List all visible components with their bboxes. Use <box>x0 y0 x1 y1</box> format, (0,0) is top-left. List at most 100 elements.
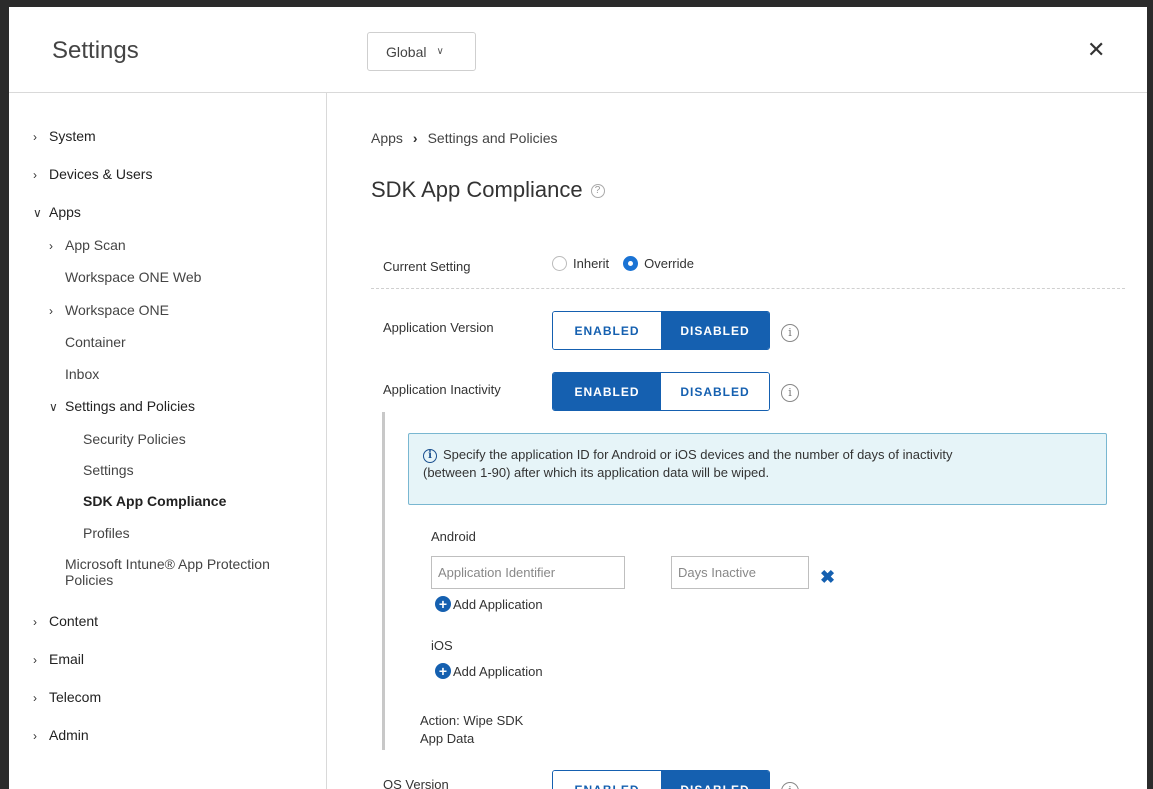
info-notice: i Specify the application ID for Android … <box>408 433 1107 505</box>
sidebar-item-label: Profiles <box>83 525 130 541</box>
info-icon[interactable]: i <box>781 324 799 342</box>
sidebar-item-inbox[interactable]: Inbox <box>65 365 99 383</box>
settings-header: Settings Global ∨ ✕ <box>9 7 1147 93</box>
sidebar-item-label: Devices & Users <box>49 166 153 182</box>
android-label: Android <box>431 529 476 544</box>
action-text: Action: Wipe SDK App Data <box>420 712 523 748</box>
page-title: SDK App Compliance? <box>371 177 605 203</box>
override-radio[interactable] <box>623 256 639 271</box>
override-radio-label: Override <box>644 256 694 271</box>
sidebar-item-app-scan[interactable]: › App Scan <box>49 236 126 255</box>
help-icon[interactable]: ? <box>590 184 605 199</box>
sidebar-item-email[interactable]: › Email <box>33 650 84 669</box>
close-icon[interactable]: ✕ <box>1087 39 1105 61</box>
sidebar-item-label-line2: Policies <box>65 572 114 588</box>
sidebar-item-label: Inbox <box>65 366 100 382</box>
chevron-right-icon: › <box>33 615 37 629</box>
sidebar-item-label: Security Policies <box>83 431 186 447</box>
add-android-application-button[interactable]: + Add Application <box>435 596 543 612</box>
os-version-label: OS Version <box>383 777 449 789</box>
sidebar-item-intune-app-protection[interactable]: Microsoft Intune® App Protection Policie… <box>65 556 270 588</box>
info-icon[interactable]: i <box>781 782 799 789</box>
sidebar-item-label: App Scan <box>65 237 126 253</box>
chevron-right-icon: › <box>412 130 418 146</box>
application-inactivity-toggle: ENABLED DISABLED <box>552 372 770 411</box>
sidebar-item-settings[interactable]: Settings <box>83 461 134 479</box>
ios-label: iOS <box>431 638 453 653</box>
os-version-enabled-button[interactable]: ENABLED <box>553 771 661 789</box>
sidebar-item-label: Telecom <box>49 689 102 705</box>
sidebar-item-admin[interactable]: › Admin <box>33 726 89 745</box>
sidebar-item-sdk-app-compliance[interactable]: SDK App Compliance <box>83 492 226 510</box>
application-version-enabled-button[interactable]: ENABLED <box>553 312 661 349</box>
sidebar-item-telecom[interactable]: › Telecom <box>33 688 101 707</box>
divider <box>371 288 1125 289</box>
chevron-right-icon: › <box>33 691 37 705</box>
application-version-disabled-button[interactable]: DISABLED <box>661 312 769 349</box>
sidebar-item-security-policies[interactable]: Security Policies <box>83 430 186 448</box>
sidebar-item-workspace-one[interactable]: › Workspace ONE <box>49 301 169 320</box>
sidebar-item-apps[interactable]: ∨ Apps <box>33 203 81 222</box>
sidebar-item-label: Admin <box>49 727 89 743</box>
application-inactivity-label: Application Inactivity <box>383 382 501 397</box>
notice-text-line2: (between 1-90) after which its applicati… <box>423 465 770 480</box>
sidebar-item-content[interactable]: › Content <box>33 612 98 631</box>
sidebar-item-label: Workspace ONE <box>65 302 169 318</box>
sidebar-item-label: System <box>49 128 96 144</box>
application-version-toggle: ENABLED DISABLED <box>552 311 770 350</box>
action-text-line2: App Data <box>420 731 475 746</box>
application-inactivity-enabled-button[interactable]: ENABLED <box>553 373 661 410</box>
current-setting-radio-group: Inherit Override <box>552 256 694 271</box>
inherit-radio-label: Inherit <box>573 256 610 271</box>
notice-text-line1: Specify the application ID for Android o… <box>443 447 953 462</box>
sidebar-item-label: Settings and Policies <box>65 398 195 414</box>
chevron-down-icon: ∨ <box>436 46 444 57</box>
info-icon[interactable]: i <box>781 384 799 402</box>
chevron-right-icon: › <box>33 653 37 667</box>
days-inactive-input[interactable]: Days Inactive <box>671 556 809 589</box>
sidebar-item-label: Microsoft Intune® App Protection <box>65 556 270 572</box>
add-ios-application-button[interactable]: + Add Application <box>435 663 543 679</box>
application-inactivity-disabled-button[interactable]: DISABLED <box>661 373 769 410</box>
chevron-right-icon: › <box>33 168 37 182</box>
chevron-right-icon: › <box>33 130 37 144</box>
settings-title: Settings <box>52 37 139 64</box>
os-version-disabled-button[interactable]: DISABLED <box>661 771 769 789</box>
plus-circle-icon: + <box>435 596 451 612</box>
add-application-label: Add Application <box>453 663 543 679</box>
sidebar-item-label: Apps <box>49 204 81 220</box>
sidebar-item-profiles[interactable]: Profiles <box>83 524 130 542</box>
sidebar-item-label: Content <box>49 613 99 629</box>
chevron-down-icon: ∨ <box>33 206 42 220</box>
inherit-radio[interactable] <box>552 256 567 271</box>
page-title-text: SDK App Compliance <box>371 177 583 202</box>
plus-circle-icon: + <box>435 663 451 679</box>
sidebar-item-label: Workspace ONE Web <box>65 269 202 285</box>
section-indent-bar <box>382 412 385 750</box>
settings-window: Settings Global ∨ ✕ › System › Devices & U… <box>9 7 1147 789</box>
breadcrumb-apps[interactable]: Apps <box>371 130 403 146</box>
chevron-right-icon: › <box>49 239 53 253</box>
sidebar-item-devices-users[interactable]: › Devices & Users <box>33 165 152 184</box>
application-identifier-input[interactable]: Application Identifier <box>431 556 625 589</box>
delete-icon[interactable]: ✖ <box>820 567 835 588</box>
breadcrumb-current: Settings and Policies <box>427 130 558 146</box>
scope-value: Global <box>386 43 427 60</box>
sidebar-item-label: Email <box>49 651 85 667</box>
scope-dropdown[interactable]: Global ∨ <box>367 32 476 71</box>
sidebar-item-system[interactable]: › System <box>33 127 96 146</box>
sidebar-item-label: SDK App Compliance <box>83 493 227 509</box>
current-setting-label: Current Setting <box>383 259 471 274</box>
action-text-line1: Action: Wipe SDK <box>420 713 524 728</box>
sidebar-item-label: Settings <box>83 462 134 478</box>
sidebar-item-workspace-one-web[interactable]: Workspace ONE Web <box>65 268 201 286</box>
breadcrumb: Apps › Settings and Policies <box>371 130 558 146</box>
info-icon: i <box>423 448 437 463</box>
sidebar-item-settings-and-policies[interactable]: ∨ Settings and Policies <box>49 397 195 416</box>
main-content: Apps › Settings and Policies SDK App Compl… <box>328 93 1147 789</box>
sidebar-item-label: Container <box>65 334 126 350</box>
settings-sidebar: › System › Devices & Users ∨ Apps › App Scan… <box>9 93 327 789</box>
sidebar-item-container[interactable]: Container <box>65 333 126 351</box>
chevron-right-icon: › <box>33 729 37 743</box>
chevron-right-icon: › <box>49 304 53 318</box>
